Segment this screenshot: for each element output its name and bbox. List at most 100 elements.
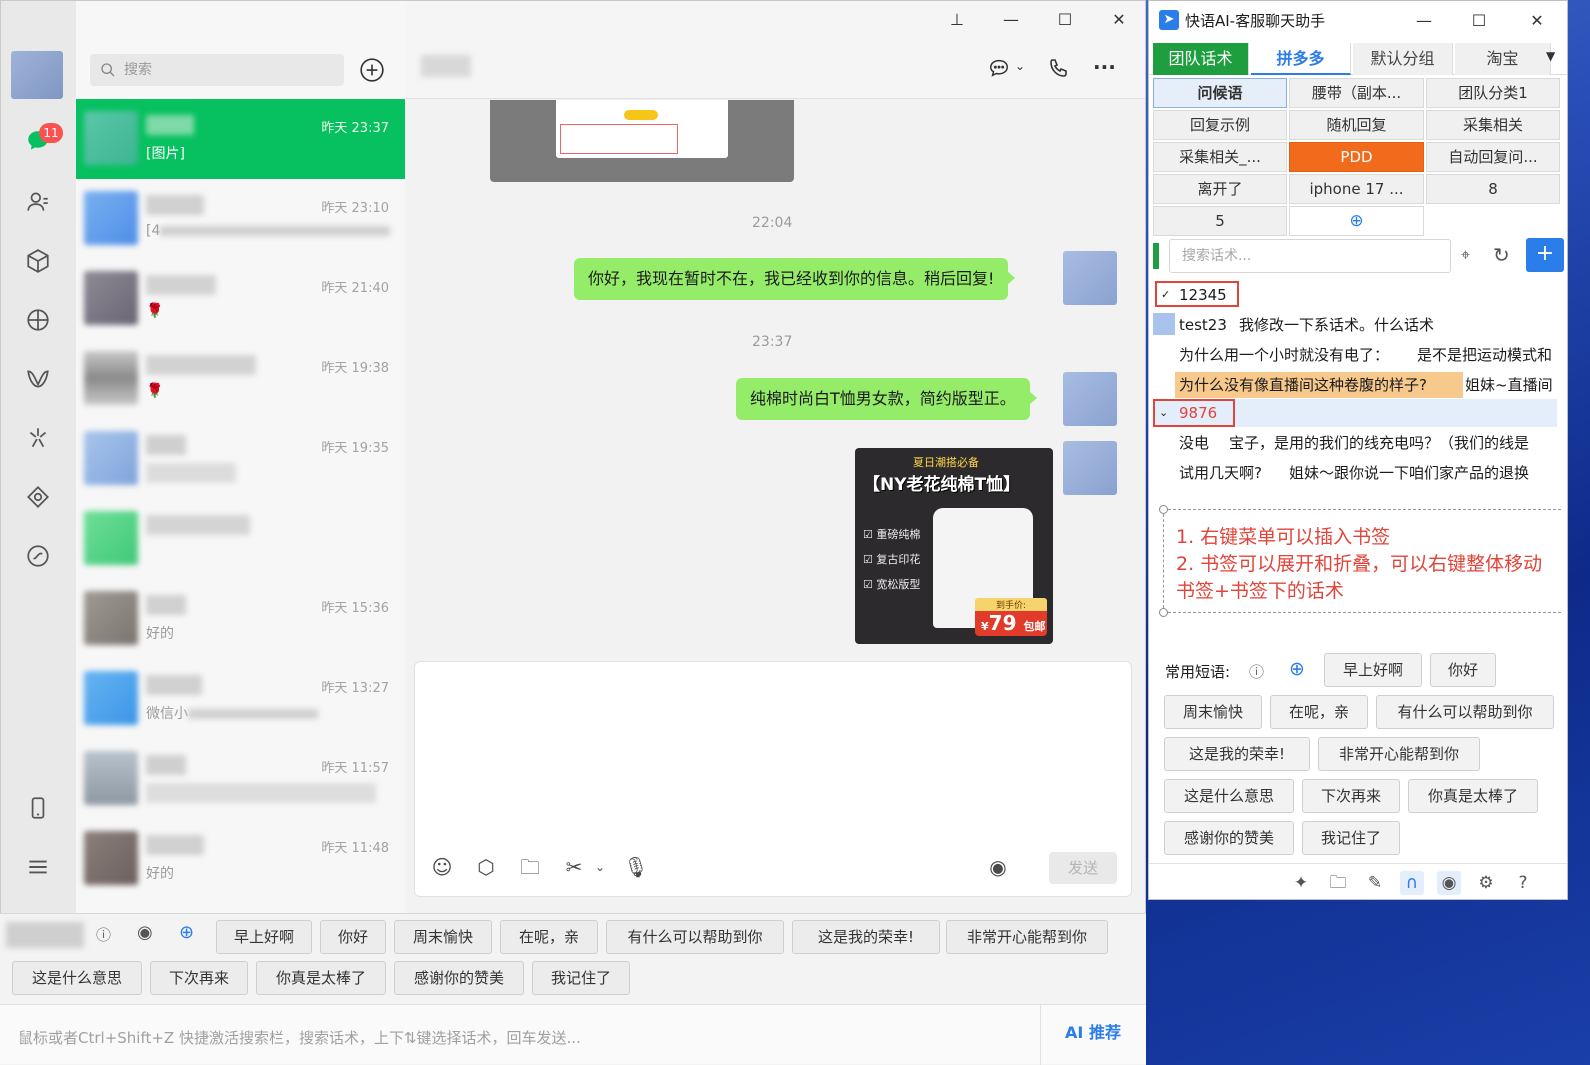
message-bubble[interactable]: 你好，我现在暂时不在，我已经收到你的信息。稍后回复! <box>574 258 1016 300</box>
phrase-button[interactable]: 你好 <box>1430 653 1496 687</box>
phrase-button[interactable]: 周末愉快 <box>1164 695 1262 729</box>
microphone-icon[interactable]: 🎙 <box>623 854 649 880</box>
channels-icon[interactable] <box>23 364 53 394</box>
eye-icon[interactable]: ◉ <box>137 922 153 943</box>
tab-taobao[interactable]: 淘宝 <box>1455 43 1551 75</box>
product-image[interactable]: 夏日潮搭必备 【NY老花纯棉T恤】 ☑ 重磅纯棉 ☑ 复古印花 ☑ 宽松版型 到… <box>855 448 1053 644</box>
category-cell[interactable]: 问候语 <box>1153 78 1287 108</box>
phrase-row[interactable]: 为什么用一个小时就没有电了： 是不是把运动模式和 <box>1153 341 1557 369</box>
close-icon[interactable]: ✕ <box>1526 10 1548 32</box>
add-category-icon[interactable]: ⊕ <box>1289 206 1424 236</box>
clear-search-icon[interactable]: ⌖ <box>1461 245 1470 265</box>
phrase-button[interactable]: 这是我的荣幸! <box>792 920 940 954</box>
voice-input-icon[interactable]: ◉ <box>985 854 1011 880</box>
phrase-button[interactable]: 下次再来 <box>1302 779 1400 813</box>
help-icon[interactable]: ⓘ <box>96 924 111 945</box>
message-bubble[interactable]: 纯棉时尚白T恤男女款，简约版型正。 <box>736 378 1037 420</box>
minimize-icon[interactable]: — <box>1413 10 1435 32</box>
phrase-button[interactable]: 感谢你的赞美 <box>1164 821 1294 855</box>
phrase-button[interactable]: 你真是太棒了 <box>256 961 386 995</box>
moments-icon[interactable] <box>23 305 53 335</box>
mini-program-icon[interactable] <box>23 482 53 512</box>
category-cell[interactable]: 离开了 <box>1153 174 1287 204</box>
phrase-button[interactable]: 早上好啊 <box>1324 653 1422 687</box>
category-cell[interactable]: 5 <box>1153 206 1287 236</box>
tabs-dropdown-icon[interactable]: ▼ <box>1546 49 1555 63</box>
phrase-search-input[interactable]: 鼠标或者Ctrl+Shift+Z 快捷激活搜索栏，搜索话术，上下⇅键选择话术，回… <box>0 1004 1146 1065</box>
help-icon[interactable]: ⓘ <box>1249 661 1264 682</box>
bookmark-row[interactable]: ⌄ 9876 <box>1153 399 1557 427</box>
search-input[interactable]: 搜索 <box>90 54 344 86</box>
contacts-icon[interactable] <box>23 187 53 217</box>
phrase-row[interactable]: 为什么没有像直播间这种卷腹的样子? 姐妹~直播间 <box>1153 371 1557 399</box>
category-cell[interactable]: 采集相关 <box>1426 110 1560 140</box>
chat-list-item[interactable]: 昨天 23:37 [图片] <box>76 99 405 179</box>
category-cell[interactable]: PDD <box>1289 142 1424 172</box>
phrase-button[interactable]: 有什么可以帮助到你 <box>606 920 784 954</box>
category-cell[interactable]: 8 <box>1426 174 1560 204</box>
chat-list-item[interactable]: 昨天 11:57 <box>76 739 405 819</box>
maximize-icon[interactable]: ☐ <box>1054 9 1076 31</box>
phrase-button[interactable]: 非常开心能帮到你 <box>1318 737 1480 771</box>
add-phrase-button[interactable]: + <box>1526 238 1564 272</box>
sticker-cube-icon[interactable]: ⬡ <box>473 854 499 880</box>
folder-icon[interactable]: 🗀 <box>1326 871 1350 895</box>
tab-pinduoduo[interactable]: 拼多多 <box>1251 43 1351 75</box>
phone-icon[interactable] <box>23 793 53 823</box>
phrase-search-input[interactable]: 搜索话术... <box>1169 239 1451 273</box>
phrase-button[interactable]: 非常开心能帮到你 <box>946 920 1108 954</box>
add-circle-icon[interactable]: ⊕ <box>1289 658 1305 680</box>
eye-icon[interactable]: ◉ <box>1437 871 1461 895</box>
phrase-button[interactable]: 你真是太棒了 <box>1408 779 1538 813</box>
bookmark-row[interactable]: ✓ 12345 <box>1153 281 1557 309</box>
phrase-row[interactable]: test23 我修改一下系话术。什么话术 <box>1153 311 1557 339</box>
folder-icon[interactable]: 🗀 <box>517 854 543 880</box>
emoji-icon[interactable]: ☺ <box>429 854 455 880</box>
category-cell[interactable]: 随机回复 <box>1289 110 1424 140</box>
category-cell[interactable]: 采集相关_... <box>1153 142 1287 172</box>
chat-list-item[interactable]: 昨天 23:10 [4 <box>76 179 405 259</box>
category-cell[interactable]: 腰带（副本... <box>1289 78 1424 108</box>
group-selector[interactable] <box>6 922 84 948</box>
phrase-row[interactable]: 试用几天啊? 姐妹～跟你说一下咱们家产品的退换 <box>1153 459 1557 487</box>
magnet-icon[interactable]: ∩ <box>1400 871 1424 895</box>
discover-icon[interactable] <box>23 423 53 453</box>
search-network-icon[interactable] <box>23 541 53 571</box>
phrase-button[interactable]: 在呢，亲 <box>500 920 598 954</box>
category-cell[interactable]: 自动回复问... <box>1426 142 1560 172</box>
add-circle-icon[interactable]: ⊕ <box>179 922 194 943</box>
menu-icon[interactable] <box>23 852 53 882</box>
chat-list-item[interactable]: 昨天 19:38 🌹 <box>76 339 405 419</box>
phrase-button[interactable]: 周末愉快 <box>394 920 492 954</box>
phrase-button[interactable]: 这是什么意思 <box>1164 779 1294 813</box>
minimize-icon[interactable]: — <box>1000 9 1022 31</box>
phrase-button[interactable]: 你好 <box>320 920 386 954</box>
phrase-row[interactable]: 没电 宝子，是用的我们的线充电吗？（我们的线是 <box>1153 429 1557 457</box>
phrase-button[interactable]: 下次再来 <box>150 961 248 995</box>
chat-list-item[interactable]: 昨天 19:35 <box>76 419 405 499</box>
phrase-button[interactable]: 我记住了 <box>532 961 630 995</box>
pin-icon[interactable]: ⊥ <box>946 9 968 31</box>
close-icon[interactable]: ✕ <box>1108 9 1130 31</box>
chevron-down-icon[interactable]: ⌄ <box>587 854 613 880</box>
help-icon[interactable]: ? <box>1511 871 1535 895</box>
my-avatar[interactable] <box>11 51 63 99</box>
phrase-button[interactable]: 我记住了 <box>1302 821 1400 855</box>
ai-recommend-button[interactable]: AI 推荐 <box>1040 1005 1145 1065</box>
chat-list-item[interactable]: 昨天 21:40 🌹 <box>76 259 405 339</box>
settings-icon[interactable]: ⚙ <box>1474 871 1498 895</box>
category-cell[interactable]: 团队分类1 <box>1426 78 1560 108</box>
maximize-icon[interactable]: ☐ <box>1468 10 1490 32</box>
call-icon[interactable] <box>1047 56 1071 80</box>
tab-default-group[interactable]: 默认分组 <box>1353 43 1453 75</box>
chat-list-item[interactable]: 昨天 11:48 好的 <box>76 819 405 899</box>
pin-icon[interactable]: ✎ <box>1363 871 1387 895</box>
phrase-button[interactable]: 有什么可以帮助到你 <box>1376 695 1554 729</box>
add-chat-icon[interactable] <box>359 57 385 83</box>
chat-list-item[interactable]: 昨天 13:27 微信小 <box>76 659 405 739</box>
phrase-button[interactable]: 在呢，亲 <box>1270 695 1368 729</box>
category-cell[interactable]: 回复示例 <box>1153 110 1287 140</box>
chat-list-item[interactable] <box>76 499 405 579</box>
phrase-button[interactable]: 这是什么意思 <box>12 961 142 995</box>
chevron-down-icon[interactable]: ⌄ <box>1015 59 1025 73</box>
